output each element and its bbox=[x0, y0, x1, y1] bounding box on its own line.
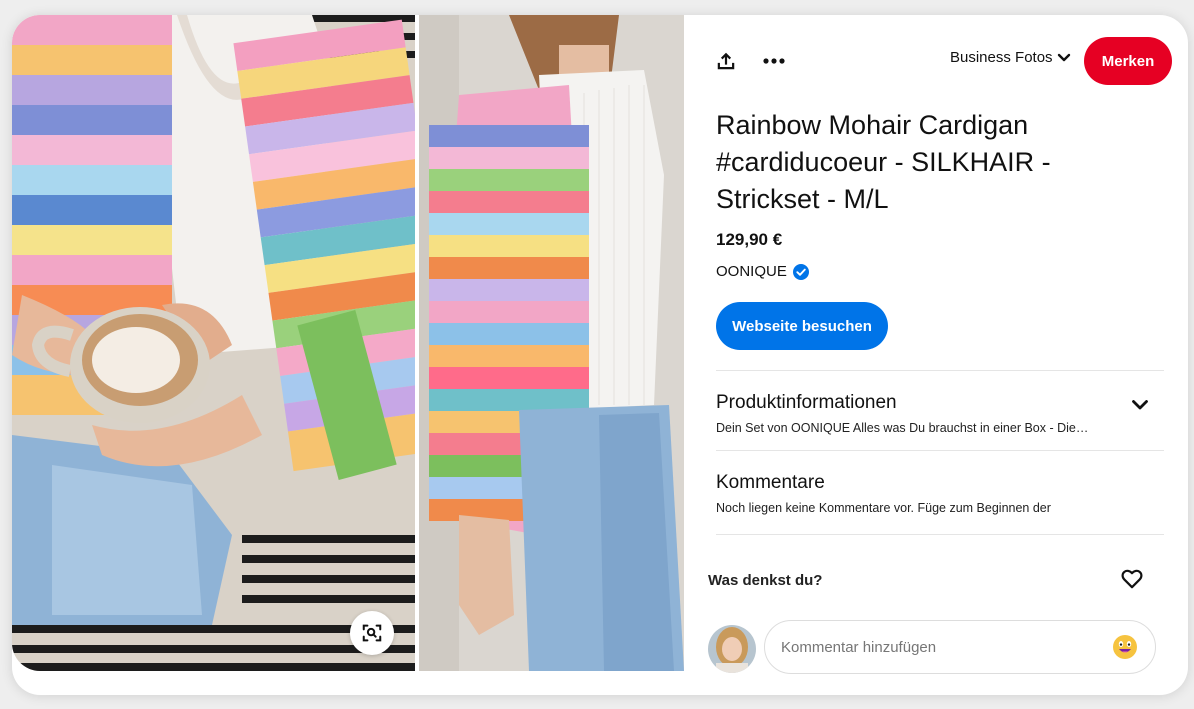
merchant-name[interactable]: OONIQUE bbox=[716, 263, 809, 280]
avatar[interactable] bbox=[708, 625, 756, 673]
pin-card: Business Fotos Merken Rainbow Mohair Car… bbox=[12, 15, 1188, 695]
divider bbox=[716, 450, 1164, 451]
comments-empty-text: Noch liegen keine Kommentare vor. Füge z… bbox=[716, 501, 1051, 515]
emoji-icon[interactable] bbox=[1111, 633, 1139, 661]
board-select-label: Business Fotos bbox=[950, 49, 1053, 66]
visit-website-button[interactable]: Webseite besuchen bbox=[716, 302, 888, 350]
product-photo-standing[interactable] bbox=[419, 15, 684, 671]
heart-icon[interactable] bbox=[1118, 565, 1146, 593]
pin-toolbar: Business Fotos Merken bbox=[684, 37, 1188, 87]
pin-media bbox=[12, 15, 684, 671]
comments-title: Kommentare bbox=[716, 472, 825, 493]
pin-details-panel: Business Fotos Merken Rainbow Mohair Car… bbox=[684, 15, 1188, 695]
reaction-prompt: Was denkst du? bbox=[708, 572, 823, 589]
product-photo-coffee[interactable] bbox=[12, 15, 415, 671]
visual-search-icon bbox=[362, 624, 382, 642]
chevron-down-icon bbox=[1057, 53, 1070, 61]
share-upload-icon[interactable] bbox=[710, 45, 742, 77]
save-button[interactable]: Merken bbox=[1084, 37, 1172, 85]
visual-search-button[interactable] bbox=[350, 611, 394, 655]
verified-check-icon bbox=[792, 263, 809, 280]
divider bbox=[716, 370, 1164, 371]
pin-title: Rainbow Mohair Cardigan #cardiducoeur - … bbox=[716, 110, 1051, 214]
product-info-toggle[interactable] bbox=[1124, 389, 1156, 421]
board-select-dropdown[interactable]: Business Fotos bbox=[950, 49, 1071, 66]
chevron-down-icon bbox=[1132, 400, 1148, 410]
photo-standing-illustration bbox=[419, 15, 684, 671]
product-price: 129,90 € bbox=[716, 230, 783, 249]
photo-coffee-illustration bbox=[12, 15, 415, 671]
product-info-text: Dein Set von OONIQUE Alles was Du brauch… bbox=[716, 421, 1089, 435]
more-dots-icon[interactable] bbox=[758, 45, 790, 77]
comment-input[interactable] bbox=[781, 638, 1111, 656]
divider bbox=[716, 534, 1164, 535]
comment-box bbox=[764, 620, 1156, 674]
merchant-label: OONIQUE bbox=[716, 263, 787, 280]
product-info-title[interactable]: Produktinformationen bbox=[716, 392, 897, 414]
